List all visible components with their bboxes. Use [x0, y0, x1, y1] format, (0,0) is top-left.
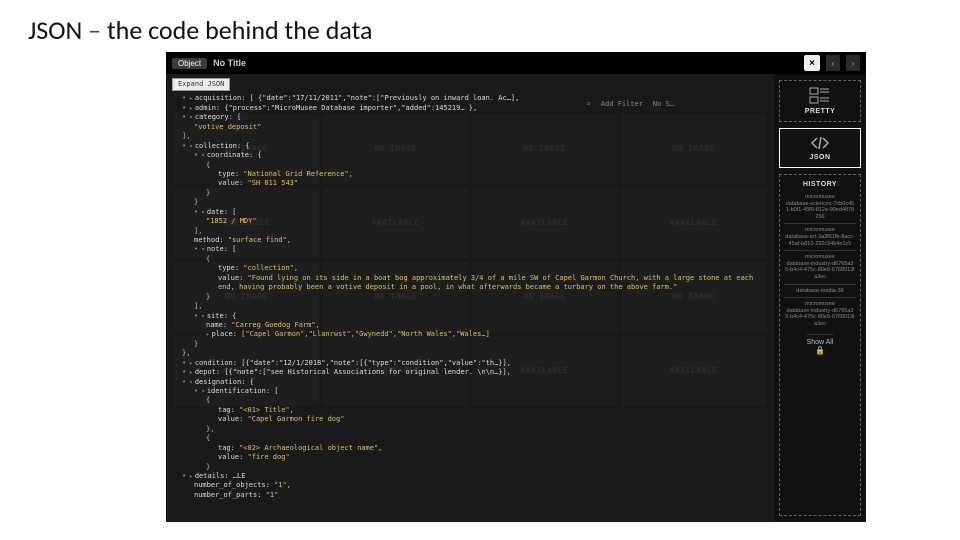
json-key-depot[interactable]: depot: [{"note":["see Historical Associa… — [195, 368, 511, 376]
rail-tab-json[interactable]: JSON — [779, 128, 861, 168]
history-item[interactable]: micromuseedatabase-industry-d6765a35-b4c… — [784, 297, 856, 330]
add-filter-button[interactable]: Add Filter — [601, 100, 643, 109]
history-item[interactable]: micromuseedatabase-industry-d6765a35-b4c… — [784, 250, 856, 283]
app-window: Object No Title × ‹ › NO IMAGE NO IMAGE … — [166, 52, 866, 522]
history-item[interactable]: database-media-38 — [784, 284, 856, 298]
json-key-collection[interactable]: collection: { — [195, 142, 250, 150]
rail-label-json: JSON — [809, 154, 830, 161]
no-s-label: No S… — [653, 100, 674, 109]
object-title: No Title — [213, 58, 246, 68]
prev-button[interactable]: ‹ — [826, 55, 840, 71]
json-tree[interactable]: acquisition: [ {"date":"17/11/2011","not… — [172, 94, 768, 500]
json-key-condition[interactable]: condition: [{"date":"12/1/2018","note":[… — [195, 359, 511, 367]
json-key-date[interactable]: date: [ — [207, 208, 237, 216]
json-val-category: "votive deposit" — [194, 123, 261, 131]
rail-tab-pretty[interactable]: PRETTY — [779, 80, 861, 122]
lock-icon: 🔒 — [815, 346, 825, 355]
code-icon — [809, 135, 831, 151]
history-list: micromuseedatabase-sciences-7cb0c451-b0f… — [784, 191, 856, 331]
object-type-badge: Object — [172, 58, 207, 69]
window-header: Object No Title × ‹ › — [166, 52, 866, 74]
json-key-details[interactable]: details: …LE — [195, 472, 246, 480]
json-key-admin[interactable]: admin: {"process":"MicroMusee Database i… — [195, 104, 477, 112]
history-show-all[interactable]: Show All 🔒 — [807, 334, 834, 355]
expand-json-button[interactable]: Expand JSON — [172, 78, 230, 91]
rail-label-pretty: PRETTY — [805, 108, 836, 115]
json-key-coordinate[interactable]: coordinate: { — [207, 151, 262, 159]
filter-controls: ⌕ Add Filter No S… — [587, 100, 674, 109]
json-key-category[interactable]: category: [ — [195, 113, 241, 121]
close-button[interactable]: × — [804, 55, 820, 71]
next-button[interactable]: › — [846, 55, 860, 71]
history-item[interactable]: micromuseedatabase-art-3a3f61fb-8acc-45a… — [784, 223, 856, 250]
search-icon[interactable]: ⌕ — [587, 100, 591, 109]
rail-tab-history[interactable]: HISTORY micromuseedatabase-sciences-7cb0… — [779, 174, 861, 516]
slide-title-dash: – — [82, 14, 107, 46]
slide-title: JSON – the code behind the data — [28, 14, 372, 46]
history-item[interactable]: micromuseedatabase-sciences-7cb0c451-b0f… — [784, 191, 856, 223]
json-key-acquisition[interactable]: acquisition: [ {"date":"17/11/2011","not… — [195, 94, 520, 102]
json-key-designation[interactable]: designation: { — [195, 378, 254, 386]
json-viewer-pane: NO IMAGE NO IMAGE NO IMAGE NO IMAGE AVAI… — [166, 74, 774, 522]
json-key-site[interactable]: site: { — [207, 312, 237, 320]
pretty-icon — [809, 87, 831, 105]
slide-title-a: JSON — [28, 14, 82, 46]
slide-title-b: the code behind the data — [107, 14, 372, 46]
right-rail: PRETTY JSON HISTORY micromuseedatabase-s… — [774, 74, 866, 522]
rail-label-history: HISTORY — [803, 181, 837, 188]
json-key-identification[interactable]: identification: [ — [207, 387, 279, 395]
json-key-note[interactable]: note: [ — [207, 245, 237, 253]
